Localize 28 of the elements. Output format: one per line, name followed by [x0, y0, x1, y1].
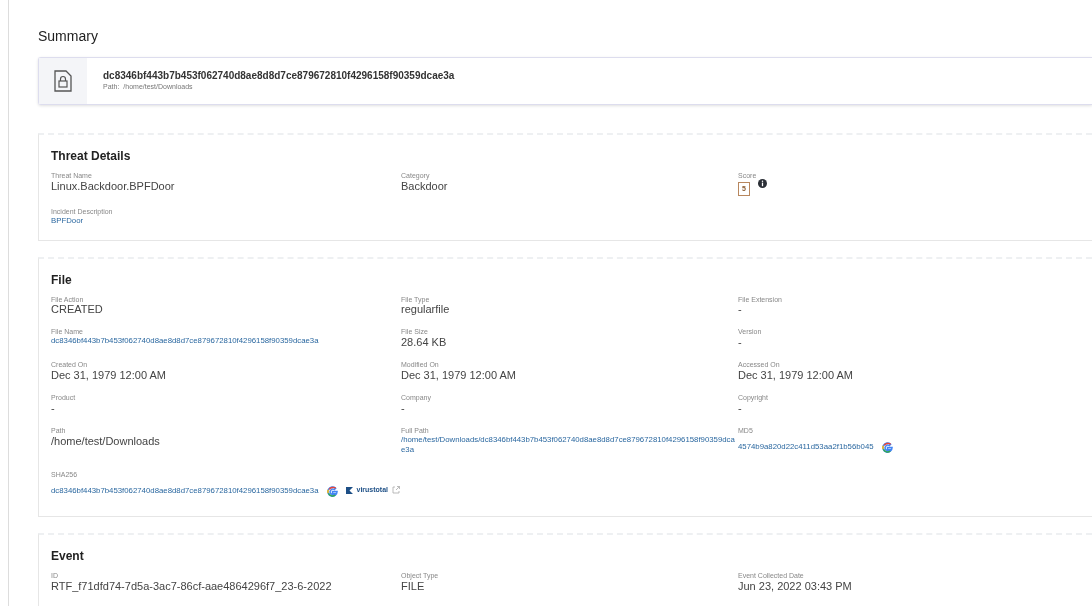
field-value: RTF_f71dfd74-7d5a-3ac7-86cf-aae4864296f7_23-6-2022 [51, 580, 332, 594]
field-value: /home/test/Downloads [51, 434, 160, 448]
field-value: Jun 23, 2022 03:43 PM [738, 580, 852, 594]
page-title: Summary [38, 27, 99, 46]
field-value: Backdoor [401, 179, 448, 193]
field-value: - [738, 336, 742, 350]
section-title: Threat Details [51, 148, 132, 165]
virustotal-logo-icon [345, 487, 353, 494]
field-value: Dec 31, 1979 12:00 AM [738, 369, 853, 383]
field-value: Dec 31, 1979 12:00 AM [401, 369, 516, 383]
locked-file-icon [54, 70, 72, 92]
field-value: - [51, 401, 55, 416]
google-icon[interactable] [326, 485, 338, 497]
field-value: Linux.Backdoor.BPFDoor [51, 179, 175, 193]
field-value: regularfile [401, 303, 450, 317]
file-hash: dc8346bf443b7b453f062740d8ae8d8d7ce879672810f4296158f90359dcae3a [103, 69, 455, 82]
field-value: - [738, 303, 742, 317]
field-value: - [738, 401, 742, 416]
field-value: Dec 31, 1979 12:00 AM [51, 369, 166, 383]
field-value: 28.64 KB [401, 336, 447, 350]
google-icon[interactable] [881, 442, 893, 454]
external-link-icon [392, 486, 401, 495]
section-title: Event [51, 548, 85, 566]
field-value: CREATED [51, 303, 103, 317]
section-title: File [51, 271, 73, 289]
field-value: - [401, 401, 405, 416]
field-value: FILE [401, 580, 425, 594]
info-icon[interactable] [757, 179, 767, 189]
